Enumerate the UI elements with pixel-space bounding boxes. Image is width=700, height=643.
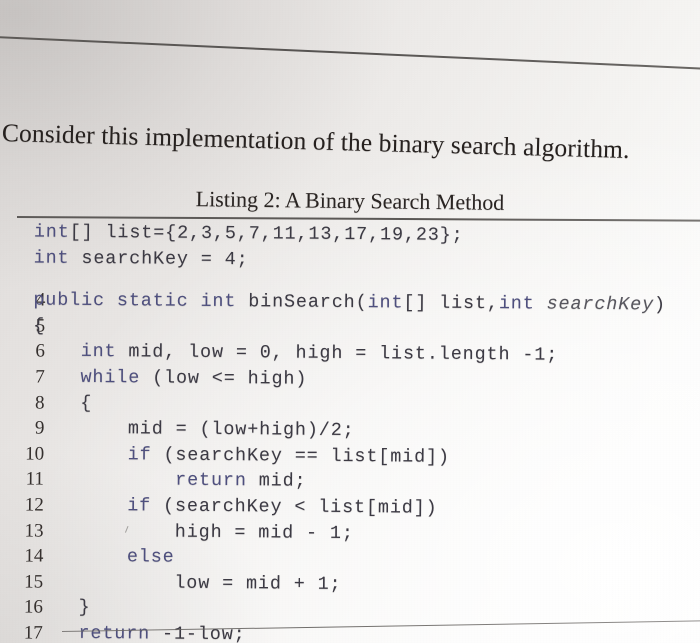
code-keyword: int <box>498 293 535 315</box>
code-line-text: if (searchKey == list[mid]) <box>32 441 450 470</box>
code-token: low = mid + 1; <box>174 572 342 595</box>
code-keyword: else <box>126 546 175 568</box>
code-keyword: if <box>127 444 152 466</box>
code-token: (searchKey < list[mid]) <box>151 495 438 519</box>
code-token: mid; <box>246 470 307 493</box>
code-line-text: { <box>32 390 92 416</box>
code-token: { <box>33 315 46 337</box>
code-line-text: high = mid - 1; <box>31 518 354 546</box>
code-token: searchKey = 4; <box>69 247 249 270</box>
code-line-text: if (searchKey < list[mid]) <box>32 492 438 521</box>
code-keyword: while <box>80 366 141 389</box>
code-token: mid = (low+high)/2; <box>127 418 355 442</box>
code-token: (low <= high) <box>140 367 308 390</box>
code-keyword: int <box>33 247 70 269</box>
code-line-text: { <box>33 313 45 339</box>
code-token: { <box>80 392 93 414</box>
code-keyword: if <box>127 495 152 517</box>
code-token: high = mid - 1; <box>174 521 354 544</box>
code-line-text: while (low <= high) <box>33 364 308 392</box>
code-keyword: int <box>367 292 404 314</box>
code-token: } <box>78 597 91 619</box>
code-token: -1-low; <box>150 623 246 643</box>
code-parameter: searchKey <box>546 293 655 316</box>
code-listing: int[] list={2,3,5,7,11,13,17,19,23}; int … <box>0 219 700 643</box>
code-line-text: else <box>31 544 175 571</box>
code-token: (searchKey == list[mid]) <box>151 444 451 468</box>
code-keyword: return <box>78 622 151 643</box>
code-line-text: mid = (low+high)/2; <box>32 416 355 444</box>
code-line: int searchKey = 4; <box>0 245 700 276</box>
code-line-text: low = mid + 1; <box>31 569 342 597</box>
code-token: binSearch( <box>236 291 368 314</box>
code-token: [] list={2,3,5,7,11,13,17,19,23}; <box>69 221 464 246</box>
code-line-text: int[] list={2,3,5,7,11,13,17,19,23}; <box>34 220 464 249</box>
code-line-text: int searchKey = 4; <box>34 245 249 272</box>
code-keyword: public static int <box>33 289 237 313</box>
code-line-text: } <box>31 595 91 621</box>
code-token: mid, low = 0, high = list.length -1; <box>116 341 559 367</box>
code-keyword: return <box>175 469 247 492</box>
code-token: ) <box>654 294 667 316</box>
code-keyword: int <box>33 221 70 243</box>
code-line-text: return mid; <box>32 467 307 495</box>
scanned-page: Consider this implementation of the bina… <box>0 0 700 643</box>
code-token: [] list, <box>403 292 499 315</box>
code-keyword: int <box>80 341 117 363</box>
